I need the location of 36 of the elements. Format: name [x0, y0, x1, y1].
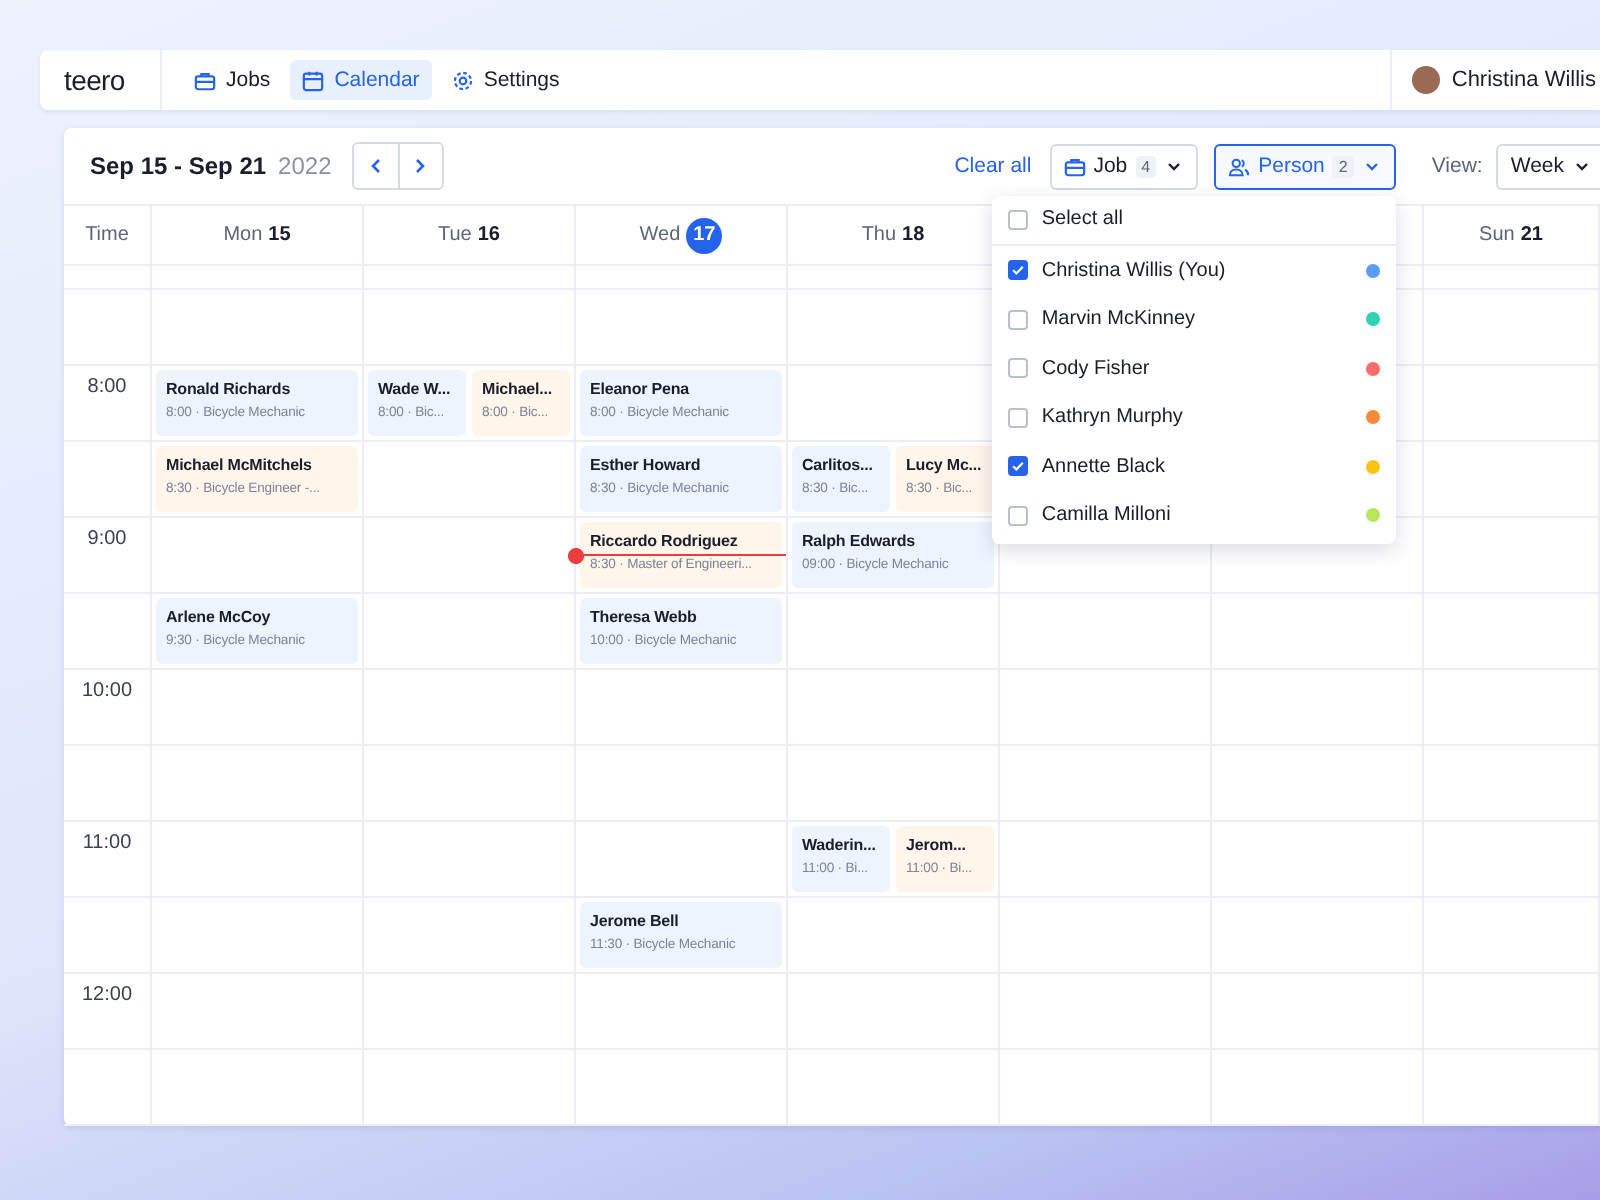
count-badge: 2 — [1332, 155, 1354, 177]
event-name: Waderin... — [802, 836, 878, 854]
event-name: Riccardo Rodriguez — [590, 532, 740, 550]
event-name: Eleanor Pena — [590, 380, 692, 398]
day-date: 18 — [902, 224, 925, 246]
event-name: Ralph Edwards — [802, 532, 917, 550]
event-name: Carlitos... — [802, 456, 875, 474]
event-name: Jerome Bell — [590, 912, 681, 930]
time-label: 9:00 — [87, 528, 127, 552]
day-date: 17 — [686, 217, 723, 253]
day-date: 16 — [477, 224, 500, 246]
day-date: 15 — [268, 224, 291, 246]
day-name: Thu — [861, 224, 897, 246]
view-label: View: — [1431, 154, 1483, 178]
day-name: Sun — [1479, 224, 1515, 246]
year-label: 2022 — [278, 152, 332, 180]
count-badge: 4 — [1135, 155, 1157, 177]
event-name: Theresa Webb — [590, 608, 699, 626]
column-header: Time — [85, 224, 129, 246]
event-name: Lucy Mc... — [906, 456, 984, 474]
time-label: 8:00 — [87, 376, 127, 400]
event-name: Michael McMitchels — [166, 456, 314, 474]
event-name: Jerom... — [906, 836, 968, 854]
time-label: 12:00 — [81, 984, 133, 1008]
event-name: Michael... — [482, 380, 555, 398]
time-label: 10:00 — [81, 680, 133, 704]
day-date: 21 — [1520, 224, 1543, 246]
event-name: Arlene McCoy — [166, 608, 273, 626]
day-name: Tue — [438, 224, 472, 246]
day-name: Mon — [223, 224, 263, 246]
day-name: Wed — [639, 224, 681, 246]
date-range: Sep 15 - Sep 21 — [90, 152, 267, 180]
time-label: 11:00 — [82, 832, 132, 856]
event-name: Esther Howard — [590, 456, 703, 474]
event-name: Wade W... — [378, 380, 453, 398]
event-name: Ronald Richards — [166, 380, 293, 398]
